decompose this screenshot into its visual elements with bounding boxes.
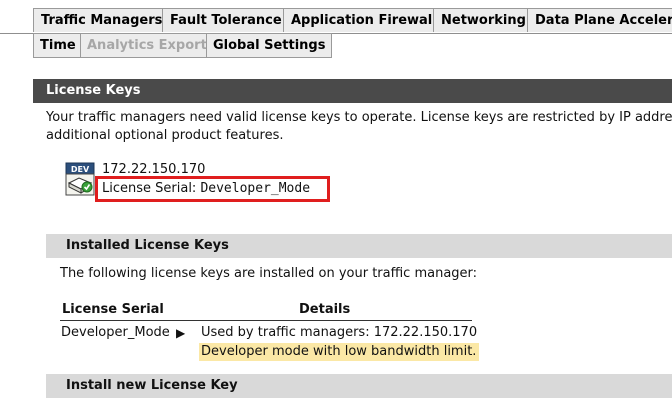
primary-tab-bar: Traffic Managers Fault Tolerance Applica… [0, 8, 672, 34]
dev-badge-text: DEV [71, 165, 90, 174]
tab-analytics-export: Analytics Export [80, 33, 214, 58]
expand-arrow-icon[interactable]: ▶ [176, 325, 185, 341]
license-serial-line: License Serial: Developer_Mode [102, 181, 310, 197]
license-serial-label: License Serial: [102, 181, 197, 196]
row-license-serial: Developer_Mode [61, 325, 170, 340]
row-license-note: Developer mode with low bandwidth limit. [199, 343, 480, 361]
secondary-tab-bar: Time Analytics Export Global Settings [0, 33, 672, 59]
tab-time[interactable]: Time [33, 33, 83, 58]
tab-data-plane-acceleration[interactable]: Data Plane Accelera [527, 8, 672, 32]
tab-networking[interactable]: Networking [433, 8, 534, 32]
license-certificate-icon: DEV [65, 162, 95, 196]
row-usage-detail: Used by traffic managers: 172.22.150.170 [201, 325, 478, 340]
column-header-details: Details [299, 302, 351, 317]
column-header-license-serial: License Serial [62, 302, 164, 317]
table-header-divider [60, 320, 472, 321]
tab-global-settings[interactable]: Global Settings [206, 33, 333, 58]
license-description: Your traffic managers need valid license… [46, 109, 672, 145]
tab-application-firewall[interactable]: Application Firewall [283, 8, 445, 32]
license-keys-header: License Keys [33, 79, 672, 103]
installed-license-keys-header: Installed License Keys [46, 234, 672, 258]
license-description-line1: Your traffic managers need valid license… [46, 110, 672, 125]
tab-traffic-managers[interactable]: Traffic Managers [33, 8, 171, 32]
tab-fault-tolerance[interactable]: Fault Tolerance [162, 8, 290, 32]
installed-description: The following license keys are installed… [60, 266, 478, 281]
license-description-line2: additional optional product features. [46, 128, 284, 143]
install-new-license-key-header: Install new License Key [46, 374, 672, 398]
license-serial-value: Developer_Mode [200, 181, 311, 196]
